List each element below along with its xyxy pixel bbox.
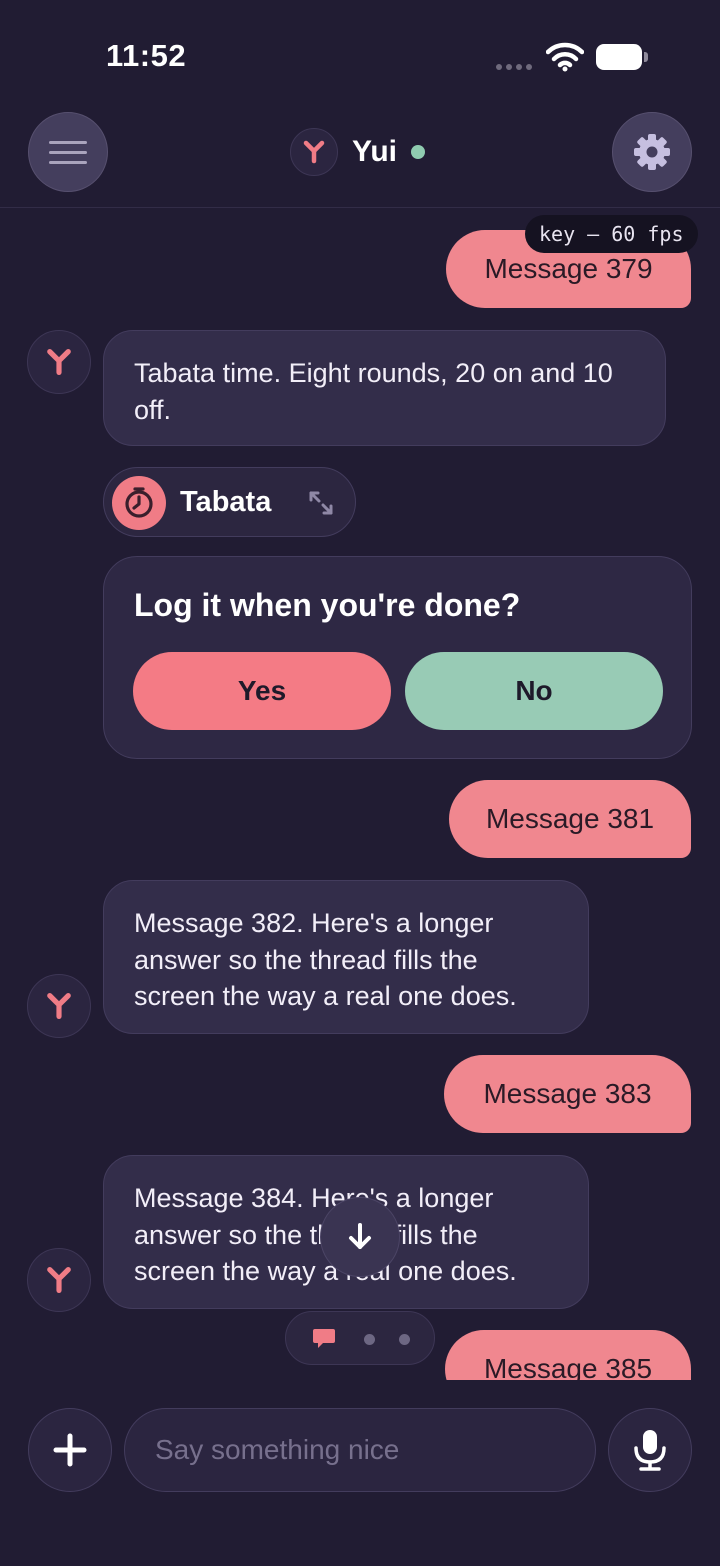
y-logo-icon: [47, 349, 71, 375]
cellular-signal-icon: [496, 64, 532, 70]
log-prompt-card: Log it when you're done? Yes No: [103, 556, 692, 759]
user-message[interactable]: Message 381: [449, 780, 691, 858]
y-logo-icon: [47, 993, 71, 1019]
assistant-message[interactable]: Message 382. Here's a longer answer so t…: [103, 880, 589, 1034]
user-message[interactable]: Message 385: [445, 1330, 691, 1380]
chat-header: Yui: [0, 100, 720, 208]
plus-icon: [53, 1433, 87, 1467]
fps-badge: key – 60 fps: [525, 215, 698, 253]
yes-button[interactable]: Yes: [133, 652, 391, 730]
menu-button[interactable]: [28, 112, 108, 192]
assistant-avatar: [290, 128, 338, 176]
typing-dot: [399, 1334, 410, 1345]
hamburger-icon: [49, 140, 87, 164]
gear-icon: [634, 134, 670, 170]
assistant-name: Yui: [352, 135, 398, 168]
chat-bubble-icon: [313, 1329, 335, 1348]
typing-dot: [364, 1334, 375, 1345]
add-button[interactable]: [28, 1408, 112, 1492]
tabata-tool-chip[interactable]: Tabata: [103, 467, 356, 537]
card-question: Log it when you're done?: [134, 587, 521, 623]
assistant-avatar: [27, 1248, 91, 1312]
arrow-down-icon: [349, 1223, 371, 1249]
battery-icon: [596, 44, 648, 70]
composer: [0, 1380, 720, 1566]
microphone-icon: [634, 1430, 666, 1471]
wifi-icon: [546, 42, 584, 72]
microphone-button[interactable]: [608, 1408, 692, 1492]
tool-chip-label: Tabata: [180, 486, 272, 518]
y-logo-icon: [47, 1267, 71, 1293]
no-button[interactable]: No: [405, 652, 663, 730]
user-message[interactable]: Message 383: [444, 1055, 691, 1133]
online-status-indicator: [411, 145, 426, 159]
assistant-avatar: [27, 330, 91, 394]
assistant-identity: Yui: [290, 128, 426, 176]
expand-arrows-icon[interactable]: [306, 488, 336, 518]
message-input[interactable]: [124, 1408, 596, 1492]
assistant-message[interactable]: Tabata time. Eight rounds, 20 on and 10 …: [103, 330, 666, 446]
timer-icon: [112, 476, 166, 530]
assistant-avatar: [27, 974, 91, 1038]
status-time: 11:52: [106, 38, 187, 73]
settings-button[interactable]: [612, 112, 692, 192]
typing-indicator: [285, 1311, 435, 1365]
y-logo-icon: [303, 140, 325, 164]
scroll-to-bottom-button[interactable]: [320, 1197, 400, 1277]
chat-screen: 11:52 Yui key – 60 fps Message 379 Tabat…: [0, 0, 720, 1566]
